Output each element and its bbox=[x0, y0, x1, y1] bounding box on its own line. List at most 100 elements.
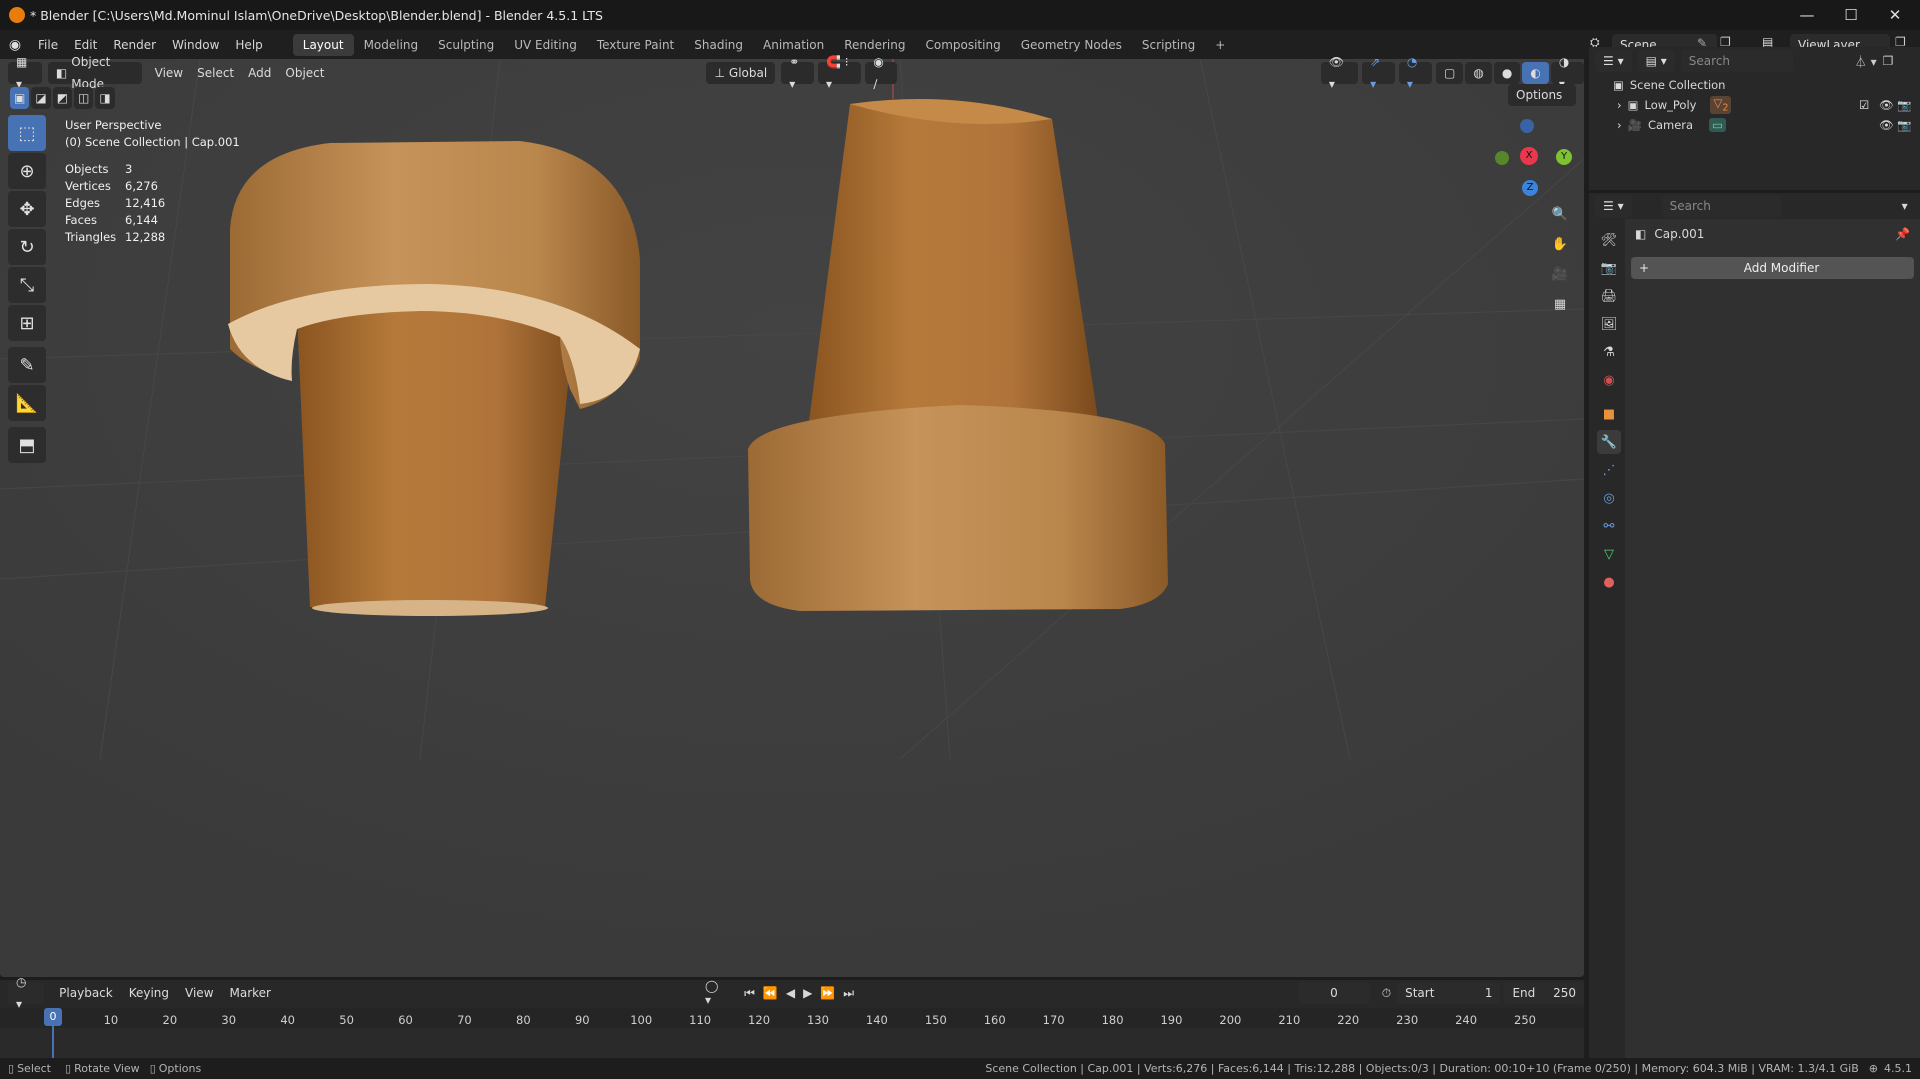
select-box-icon[interactable]: ⬚ bbox=[8, 115, 46, 151]
snap-button[interactable]: 🧲 ⁝ ▾ bbox=[818, 55, 862, 91]
overlay-toggle-button[interactable]: ◔ ▾ bbox=[1398, 55, 1433, 91]
tab-uv-editing[interactable]: UV Editing bbox=[504, 34, 587, 56]
close-button[interactable]: ✕ bbox=[1872, 0, 1918, 30]
select-intersect-icon[interactable]: ◨ bbox=[95, 87, 115, 109]
preview-range-icon[interactable]: ⏱ bbox=[1382, 986, 1391, 1001]
camera-view-icon[interactable]: 🎥 bbox=[1548, 262, 1572, 286]
pin-icon[interactable]: 📌 bbox=[1895, 227, 1910, 241]
tool-tab-icon[interactable]: 🛠 bbox=[1597, 228, 1621, 252]
physics-tab-icon[interactable]: ◎ bbox=[1597, 486, 1621, 510]
menu-keying[interactable]: Keying bbox=[122, 986, 176, 1000]
timeline-editor-type-icon[interactable]: ◷ ▾ bbox=[8, 975, 45, 1011]
tab-layout[interactable]: Layout bbox=[292, 34, 354, 56]
display-mode-icon[interactable]: ▤ ▾ bbox=[1637, 50, 1675, 72]
object-tab-icon[interactable]: ■ bbox=[1597, 402, 1621, 426]
pan-hand-icon[interactable]: ✋ bbox=[1548, 232, 1572, 256]
outliner-row-scene-collection[interactable]: ▣ Scene Collection bbox=[1589, 75, 1920, 95]
menu-help[interactable]: Help bbox=[227, 31, 270, 59]
add-workspace-button[interactable]: + bbox=[1205, 34, 1235, 56]
jump-start-icon[interactable]: ⏮ bbox=[744, 986, 755, 1001]
end-frame-field[interactable]: End 250 bbox=[1504, 982, 1584, 1004]
gizmo-z-negative[interactable] bbox=[1520, 119, 1534, 133]
properties-search-input[interactable]: Search bbox=[1661, 195, 1782, 217]
menu-file[interactable]: File bbox=[30, 31, 66, 59]
add-cube-icon[interactable]: ⬒ bbox=[8, 427, 46, 463]
mode-selector[interactable]: ◧ Object Mode bbox=[47, 55, 142, 91]
proportional-edit-button[interactable]: ◉ ∕ bbox=[865, 55, 897, 91]
menu-playback[interactable]: Playback bbox=[52, 986, 120, 1000]
modifier-tab-icon[interactable]: 🔧 bbox=[1597, 430, 1621, 454]
data-tab-icon[interactable]: ▽ bbox=[1597, 542, 1621, 566]
play-reverse-icon[interactable]: ◀ bbox=[786, 986, 795, 1000]
editor-type-button[interactable]: ▦ ▾ bbox=[8, 55, 42, 91]
outliner-row-low-poly[interactable]: › ▣ Low_Poly ▽2 ☑ 👁 📷 bbox=[1589, 95, 1920, 115]
select-extend-icon[interactable]: ◪ bbox=[31, 87, 51, 109]
pivot-point-button[interactable]: ⚭ ▾ bbox=[781, 55, 815, 91]
solid-shading-button[interactable]: ● bbox=[1493, 62, 1521, 84]
current-frame-field[interactable]: 0 bbox=[1298, 982, 1370, 1004]
auto-keying-icon[interactable]: ◯ ▾ bbox=[705, 979, 728, 1007]
output-tab-icon[interactable]: 🖨 bbox=[1597, 284, 1621, 308]
visibility-eye-icon[interactable]: 👁 bbox=[1879, 118, 1894, 132]
outliner-editor-type-icon[interactable]: ☰ ▾ bbox=[1595, 50, 1632, 72]
particles-tab-icon[interactable]: ⋰ bbox=[1597, 458, 1621, 482]
tab-scripting[interactable]: Scripting bbox=[1132, 34, 1205, 56]
tab-geometry-nodes[interactable]: Geometry Nodes bbox=[1011, 34, 1132, 56]
navigation-gizmo[interactable]: X Y Z bbox=[1490, 118, 1580, 198]
jump-keyframe-back-icon[interactable]: ⏪ bbox=[763, 986, 778, 1000]
menu-view[interactable]: View bbox=[148, 66, 190, 80]
cursor-icon[interactable]: ⊕ bbox=[8, 153, 46, 189]
measure-icon[interactable]: 📐 bbox=[8, 385, 46, 421]
transform-icon[interactable]: ⊞ bbox=[8, 305, 46, 341]
selectability-button[interactable]: 👁 ▾ bbox=[1320, 55, 1359, 91]
exclude-checkbox[interactable]: ☑ bbox=[1859, 98, 1869, 112]
properties-editor-type-icon[interactable]: ☰ ▾ bbox=[1595, 195, 1632, 217]
tab-shading[interactable]: Shading bbox=[684, 34, 753, 56]
tab-modeling[interactable]: Modeling bbox=[354, 34, 429, 56]
jump-keyframe-forward-icon[interactable]: ⏩ bbox=[820, 986, 835, 1000]
render-camera-icon[interactable]: 📷 bbox=[1897, 118, 1911, 132]
tab-texture-paint[interactable]: Texture Paint bbox=[587, 34, 684, 56]
constraints-tab-icon[interactable]: ⚯ bbox=[1597, 514, 1621, 538]
jump-end-icon[interactable]: ⏭ bbox=[843, 986, 854, 1001]
tab-compositing[interactable]: Compositing bbox=[915, 34, 1010, 56]
visibility-eye-icon[interactable]: 👁 bbox=[1879, 98, 1894, 112]
select-subtract-icon[interactable]: ◩ bbox=[52, 87, 73, 109]
annotate-icon[interactable]: ✎ bbox=[8, 347, 46, 383]
scene-tab-icon[interactable]: ⚗ bbox=[1597, 340, 1621, 364]
tab-sculpting[interactable]: Sculpting bbox=[428, 34, 504, 56]
options-button[interactable]: Options bbox=[1508, 84, 1576, 106]
menu-add[interactable]: Add bbox=[241, 66, 278, 80]
properties-options-icon[interactable]: ▾ bbox=[1902, 199, 1908, 213]
menu-marker[interactable]: Marker bbox=[223, 986, 278, 1000]
menu-timeline-view[interactable]: View bbox=[178, 986, 220, 1000]
maximize-button[interactable]: ☐ bbox=[1828, 0, 1874, 30]
playhead[interactable]: 0 bbox=[44, 1008, 62, 1026]
expand-chevron-icon[interactable]: › bbox=[1617, 118, 1622, 132]
play-icon[interactable]: ▶ bbox=[803, 986, 812, 1000]
menu-window[interactable]: Window bbox=[164, 31, 227, 59]
scale-icon[interactable]: ⤡ bbox=[8, 267, 46, 303]
menu-object[interactable]: Object bbox=[278, 66, 331, 80]
add-modifier-button[interactable]: + Add Modifier bbox=[1631, 257, 1914, 279]
select-invert-icon[interactable]: ◫ bbox=[74, 87, 94, 109]
outliner-row-camera[interactable]: › 🎥 Camera ▭ 👁 📷 bbox=[1589, 115, 1920, 135]
gizmo-y-axis[interactable]: Y bbox=[1556, 149, 1572, 165]
gizmo-x-axis[interactable]: X bbox=[1520, 147, 1538, 165]
view-layer-tab-icon[interactable]: 🖼 bbox=[1597, 312, 1621, 336]
filter-icon[interactable]: ⏃ ▾ bbox=[1855, 53, 1877, 70]
outliner-search-input[interactable]: Search bbox=[1680, 50, 1793, 72]
menu-select[interactable]: Select bbox=[190, 66, 241, 80]
expand-chevron-icon[interactable]: › bbox=[1617, 98, 1622, 112]
move-icon[interactable]: ✥ bbox=[8, 191, 46, 227]
xray-toggle-button[interactable]: ▢ bbox=[1436, 62, 1464, 84]
gizmo-x-negative[interactable] bbox=[1495, 151, 1509, 165]
zoom-icon[interactable]: 🔍 bbox=[1548, 202, 1572, 226]
material-tab-icon[interactable]: ● bbox=[1597, 570, 1621, 594]
new-collection-icon[interactable]: ❐ bbox=[1883, 54, 1894, 68]
minimize-button[interactable]: — bbox=[1784, 0, 1830, 30]
render-camera-icon[interactable]: 📷 bbox=[1897, 98, 1911, 112]
render-tab-icon[interactable]: 📷 bbox=[1597, 256, 1621, 280]
start-frame-field[interactable]: Start 1 bbox=[1397, 982, 1501, 1004]
perspective-grid-icon[interactable]: ▦ bbox=[1548, 292, 1572, 316]
